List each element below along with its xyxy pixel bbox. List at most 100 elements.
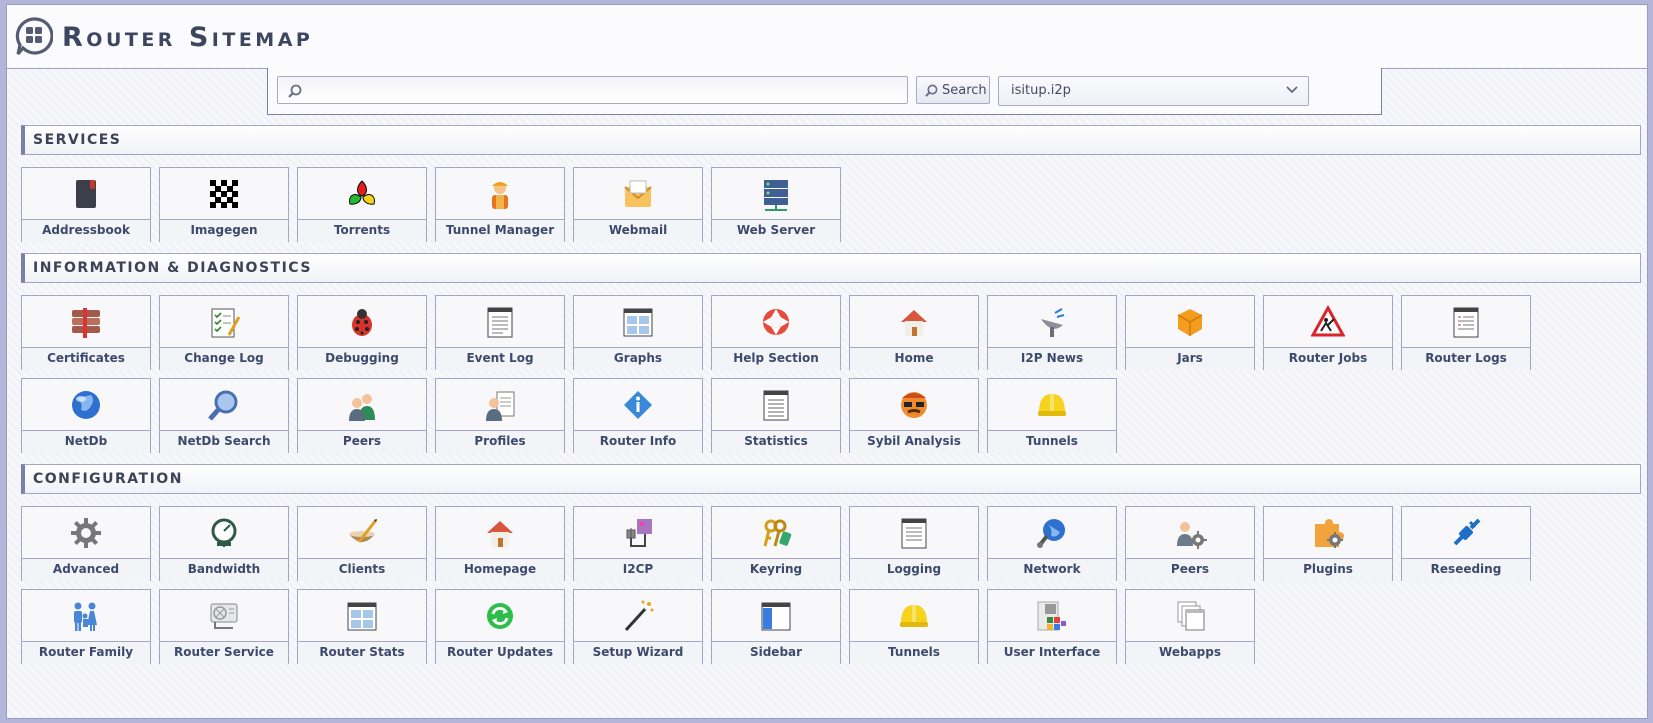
sitemap-link-i2cp[interactable]: I2CP [573, 506, 703, 581]
sitemap-link-graphs[interactable]: Graphs [573, 295, 703, 370]
sitemap-link-tunnels[interactable]: Tunnels [987, 378, 1117, 453]
sitemap-link-label: Change Log [160, 347, 288, 370]
search-input[interactable] [277, 76, 908, 104]
search-engine-value: isitup.i2p [1011, 83, 1071, 98]
sitemap-link-label: Tunnels [850, 641, 978, 664]
webapps-icon [1126, 590, 1254, 641]
sitemap-link-user-interface[interactable]: User Interface [987, 589, 1117, 664]
netdb-search-icon [160, 379, 288, 430]
service-icon [160, 590, 288, 641]
sitemap-link-advanced[interactable]: Advanced [21, 506, 151, 581]
sitemap-link-webapps[interactable]: Webapps [1125, 589, 1255, 664]
search-bar: Search isitup.i2p [267, 68, 1382, 115]
section-title: CONFIGURATION [33, 471, 183, 487]
search-button-label: Search [942, 83, 987, 98]
sitemap-link-router-stats[interactable]: Router Stats [297, 589, 427, 664]
sitemap-link-logging[interactable]: Logging [849, 506, 979, 581]
sitemap-link-router-jobs[interactable]: Router Jobs [1263, 295, 1393, 370]
sitemap-link-clients[interactable]: Clients [297, 506, 427, 581]
sitemap-link-addressbook[interactable]: Addressbook [21, 167, 151, 242]
tunnel-manager-icon [436, 168, 564, 219]
sitemap-link-label: Plugins [1264, 558, 1392, 581]
family-icon [22, 590, 150, 641]
sitemap-link-label: Setup Wizard [574, 641, 702, 664]
sitemap-link-event-log[interactable]: Event Log [435, 295, 565, 370]
section-title: INFORMATION & DIAGNOSTICS [33, 260, 312, 276]
network-icon [988, 507, 1116, 558]
ui-icon [988, 590, 1116, 641]
sitemap-link-torrents[interactable]: Torrents [297, 167, 427, 242]
graphs-icon [574, 296, 702, 347]
sitemap-link-keyring[interactable]: Keyring [711, 506, 841, 581]
sitemap-link-tunnels[interactable]: Tunnels [849, 589, 979, 664]
sitemap-link-router-service[interactable]: Router Service [159, 589, 289, 664]
sitemap-link-label: Webmail [574, 219, 702, 242]
search-button[interactable]: Search [916, 76, 990, 104]
i2p-logo-icon [15, 17, 53, 56]
sitemap-link-netdb-search[interactable]: NetDb Search [159, 378, 289, 453]
sitemap-link-router-info[interactable]: Router Info [573, 378, 703, 453]
wizard-icon [574, 590, 702, 641]
statistics-icon [712, 379, 840, 430]
sitemap-link-label: Web Server [712, 219, 840, 242]
sitemap-link-reseeding[interactable]: Reseeding [1401, 506, 1531, 581]
sitemap-link-change-log[interactable]: Change Log [159, 295, 289, 370]
sitemap-link-label: Tunnels [988, 430, 1116, 453]
sitemap-link-tunnel-manager[interactable]: Tunnel Manager [435, 167, 565, 242]
sitemap-link-label: Home [850, 347, 978, 370]
sitemap-link-label: Router Stats [298, 641, 426, 664]
sitemap-link-label: I2P News [988, 347, 1116, 370]
sitemap-link-peers[interactable]: Peers [1125, 506, 1255, 581]
sitemap-link-label: Router Info [574, 430, 702, 453]
sitemap-link-sybil-analysis[interactable]: Sybil Analysis [849, 378, 979, 453]
sitemap-link-profiles[interactable]: Profiles [435, 378, 565, 453]
sitemap-link-home[interactable]: Home [849, 295, 979, 370]
sitemap-link-i2p-news[interactable]: I2P News [987, 295, 1117, 370]
sitemap-link-label: Sidebar [712, 641, 840, 664]
sitemap-link-imagegen[interactable]: Imagegen [159, 167, 289, 242]
search-engine-select[interactable]: isitup.i2p [998, 76, 1309, 106]
sitemap-link-label: Advanced [22, 558, 150, 581]
logging-icon [850, 507, 978, 558]
sitemap-link-label: NetDb [22, 430, 150, 453]
sitemap-link-homepage[interactable]: Homepage [435, 506, 565, 581]
sitemap-link-webmail[interactable]: Webmail [573, 167, 703, 242]
sitemap-link-label: NetDb Search [160, 430, 288, 453]
sitemap-link-bandwidth[interactable]: Bandwidth [159, 506, 289, 581]
page-title: Router Sitemap [62, 22, 314, 53]
sitemap-link-sidebar[interactable]: Sidebar [711, 589, 841, 664]
event-log-icon [436, 296, 564, 347]
news-icon [988, 296, 1116, 347]
sitemap-link-router-logs[interactable]: Router Logs [1401, 295, 1531, 370]
section-header-services: SERVICES [21, 125, 1641, 155]
sitemap-link-label: Clients [298, 558, 426, 581]
sitemap-link-network[interactable]: Network [987, 506, 1117, 581]
sitemap-link-label: Router Logs [1402, 347, 1530, 370]
sitemap-link-router-family[interactable]: Router Family [21, 589, 151, 664]
router-info-icon [574, 379, 702, 430]
certificates-icon [22, 296, 150, 347]
sitemap-link-statistics[interactable]: Statistics [711, 378, 841, 453]
sitemap-link-help-section[interactable]: Help Section [711, 295, 841, 370]
updates-icon [436, 590, 564, 641]
sitemap-link-label: Peers [1126, 558, 1254, 581]
sitemap-link-web-server[interactable]: Web Server [711, 167, 841, 242]
sitemap-link-plugins[interactable]: Plugins [1263, 506, 1393, 581]
sitemap-link-netdb[interactable]: NetDb [21, 378, 151, 453]
sitemap-link-debugging[interactable]: Debugging [297, 295, 427, 370]
sitemap-link-setup-wizard[interactable]: Setup Wizard [573, 589, 703, 664]
sitemap-link-router-updates[interactable]: Router Updates [435, 589, 565, 664]
sitemap-link-certificates[interactable]: Certificates [21, 295, 151, 370]
sitemap-link-label: Webapps [1126, 641, 1254, 664]
sitemap-link-peers[interactable]: Peers [297, 378, 427, 453]
help-icon [712, 296, 840, 347]
sitemap-link-label: Reseeding [1402, 558, 1530, 581]
sitemap-link-label: User Interface [988, 641, 1116, 664]
section-header-information: INFORMATION & DIAGNOSTICS [21, 253, 1641, 283]
sitemap-link-jars[interactable]: Jars [1125, 295, 1255, 370]
sitemap-link-label: I2CP [574, 558, 702, 581]
home-icon [850, 296, 978, 347]
sitemap-link-label: Keyring [712, 558, 840, 581]
search-icon [288, 84, 302, 98]
addressbook-icon [22, 168, 150, 219]
